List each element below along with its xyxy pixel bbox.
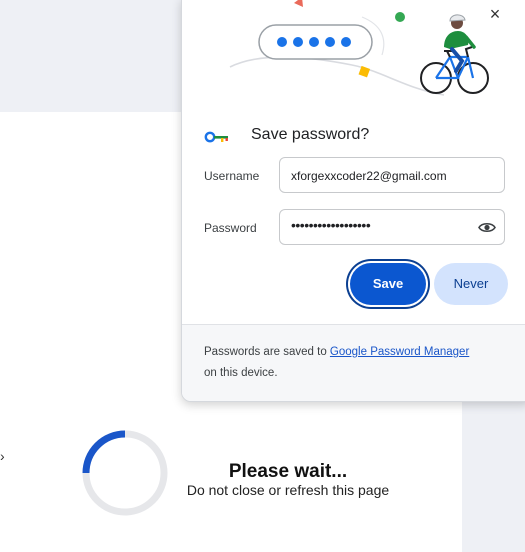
never-button[interactable]: Never <box>434 263 508 305</box>
loading-spinner <box>82 430 168 516</box>
dialog-title: Save password? <box>251 126 370 143</box>
password-field[interactable]: •••••••••••••••••• <box>279 209 505 245</box>
footer-prefix: Passwords are saved to <box>204 346 330 358</box>
eye-icon[interactable] <box>478 221 496 234</box>
close-button[interactable]: × <box>484 3 506 25</box>
password-label: Password <box>204 221 257 235</box>
save-password-dialog: × Save password? Username xforgexxcoder2… <box>181 0 525 402</box>
footer-suffix: on this device. <box>204 367 278 379</box>
please-wait-title: Please wait... <box>228 461 348 482</box>
username-field[interactable]: xforgexxcoder22@gmail.com <box>279 157 505 193</box>
cyclist-illustration <box>229 0 489 96</box>
edge-glyph: › <box>0 448 5 464</box>
close-icon: × <box>489 4 501 24</box>
key-icon <box>204 131 228 143</box>
save-button[interactable]: Save <box>350 263 426 305</box>
username-value: xforgexxcoder22@gmail.com <box>291 169 447 183</box>
password-value: •••••••••••••••••• <box>291 217 371 233</box>
please-wait-subtitle: Do not close or refresh this page <box>186 482 390 498</box>
username-label: Username <box>204 169 260 183</box>
password-manager-link[interactable]: Google Password Manager <box>330 346 469 358</box>
footer-text: Passwords are saved to Google Password M… <box>204 342 514 384</box>
